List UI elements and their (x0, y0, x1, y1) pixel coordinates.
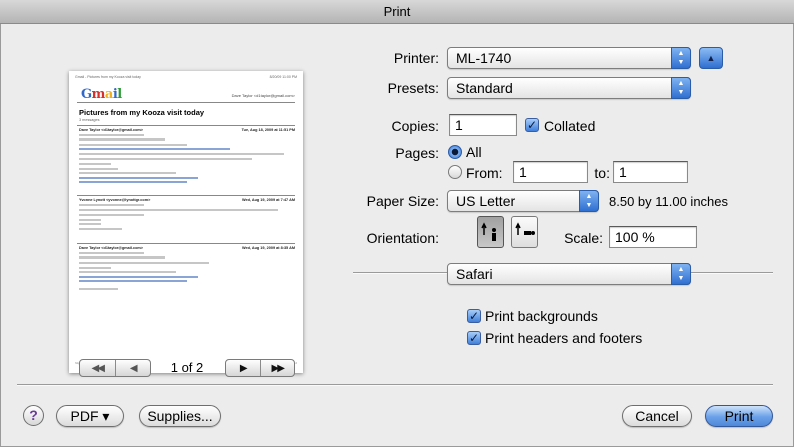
previous-page-button[interactable]: ◀ (114, 360, 151, 376)
pages-to-label: to: (594, 165, 610, 181)
preview-divider (77, 125, 295, 126)
printer-popup[interactable]: ML-1740 ▲ ▼ (447, 47, 691, 69)
bottom-divider (17, 384, 773, 386)
pages-label: Pages: (395, 145, 439, 161)
printer-label: Printer: (393, 50, 439, 66)
preview-header-left: Gmail - Pictures from my Kooza visit tod… (75, 75, 141, 79)
preview-message: Dave Taylor <d1taylor@gmail.com> Wed, Aug… (79, 246, 295, 292)
preview-header-right: 8/20/09 11:00 PM (269, 75, 297, 79)
pages-to-field[interactable]: 1 (613, 161, 688, 183)
pages-all-radio[interactable] (448, 145, 462, 159)
preview-message: Yvonne Lynott <yvonne@lynottgr.com> Wed, … (79, 198, 295, 232)
copies-field[interactable]: 1 (449, 114, 517, 136)
printer-value: ML-1740 (456, 50, 512, 66)
preview-message-from: Dave Taylor <d1taylor@gmail.com> (79, 246, 143, 250)
preview-divider (77, 195, 295, 196)
preview-user: Dave Taylor <d1taylor@gmail.com> (231, 93, 295, 98)
preview-message-date: Wed, Aug 19, 2009 at 7:47 AM (241, 198, 295, 202)
updown-arrows-icon: ▲ ▼ (579, 190, 599, 212)
updown-arrows-icon: ▲ ▼ (671, 263, 691, 285)
scale-label: Scale: (564, 230, 603, 246)
preview-header: Gmail - Pictures from my Kooza visit tod… (75, 75, 297, 79)
gmail-logo: Gmail (81, 87, 122, 102)
page-indicator: 1 of 2 (170, 360, 204, 375)
section-value: Safari (456, 266, 493, 282)
paper-size-popup[interactable]: US Letter ▲ ▼ (447, 190, 599, 212)
presets-label: Presets: (387, 80, 439, 96)
paper-dimensions: 8.50 by 11.00 inches (609, 194, 729, 209)
preview-divider (77, 243, 295, 244)
orientation-label: Orientation: (366, 230, 439, 246)
preview-message-from: Yvonne Lynott <yvonne@lynottgr.com> (79, 198, 151, 202)
page-preview: Gmail - Pictures from my Kooza visit tod… (69, 71, 303, 373)
section-popup[interactable]: Safari ▲ ▼ (447, 263, 691, 285)
preview-message-from: Dave Taylor <d1taylor@gmail.com> (79, 128, 143, 132)
print-backgrounds-checkbox[interactable]: ✓ (467, 309, 481, 323)
pages-from-label: From: (466, 165, 503, 181)
scale-field[interactable]: 100 % (609, 226, 697, 248)
paper-size-label: Paper Size: (366, 193, 439, 209)
paper-size-value: US Letter (456, 193, 516, 209)
preview-divider (77, 102, 295, 103)
supplies-button[interactable]: Supplies... (139, 405, 221, 427)
disclosure-triangle-icon[interactable]: ▲ (699, 47, 723, 69)
pager-back-controls: ◀◀ ◀ (79, 359, 151, 377)
preview-message-count: 3 messages (79, 118, 100, 122)
print-backgrounds-label: Print backgrounds (485, 308, 598, 324)
first-page-button[interactable]: ◀◀ (80, 360, 115, 376)
pdf-button[interactable]: PDF ▾ (56, 405, 124, 427)
cancel-button[interactable]: Cancel (622, 405, 692, 427)
help-button[interactable]: ? (23, 405, 44, 426)
preview-message: Dave Taylor <d1taylor@gmail.com> Tue, Aug… (79, 128, 295, 185)
print-headers-checkbox[interactable]: ✓ (467, 331, 481, 345)
updown-arrows-icon: ▲ ▼ (671, 77, 691, 99)
updown-arrows-icon: ▲ ▼ (671, 47, 691, 69)
window-title: Print (0, 0, 794, 24)
presets-popup[interactable]: Standard ▲ ▼ (447, 77, 691, 99)
print-headers-label: Print headers and footers (485, 330, 643, 346)
portrait-orientation-icon[interactable] (477, 216, 504, 248)
presets-value: Standard (456, 80, 513, 96)
preview-message-date: Tue, Aug 18, 2009 at 11:51 PM (241, 128, 295, 132)
landscape-orientation-icon[interactable] (511, 216, 538, 248)
collated-checkbox[interactable]: ✓ (525, 118, 539, 132)
pages-from-field[interactable]: 1 (513, 161, 588, 183)
collated-label: Collated (544, 118, 596, 134)
print-button[interactable]: Print (705, 405, 773, 427)
last-page-button[interactable]: ▶▶ (259, 360, 295, 376)
pages-from-radio[interactable] (448, 165, 462, 179)
next-page-button[interactable]: ▶ (226, 360, 260, 376)
preview-message-date: Wed, Aug 19, 2009 at 8:35 AM (241, 246, 295, 250)
preview-subject: Pictures from my Kooza visit today (79, 108, 205, 117)
copies-label: Copies: (391, 118, 439, 134)
pager-forward-controls: ▶ ▶▶ (225, 359, 295, 377)
print-dialog: Gmail - Pictures from my Kooza visit tod… (0, 24, 794, 447)
pages-all-label: All (466, 144, 482, 160)
